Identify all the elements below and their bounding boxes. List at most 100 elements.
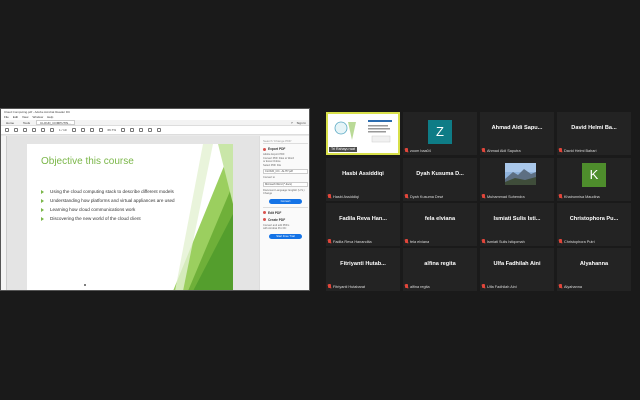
participant-label: Fadila Reva Hanandita — [333, 239, 372, 244]
convert-to-label: Convert to — [263, 176, 275, 179]
select-file-label: Select PDF File — [263, 163, 282, 167]
tab-document[interactable]: CLOUD_COMPUTIN... — [36, 120, 75, 125]
participant-label: Ahmad Aldi Saputra — [487, 148, 521, 153]
participant-label: Dyah Kusuma Dewi — [410, 194, 444, 199]
participant-label: zoom baa04 — [410, 148, 431, 153]
participant-tile[interactable]: K Khairunnisa Maudina — [557, 158, 631, 201]
participant-tile[interactable]: Z zoom baa04 — [403, 112, 477, 155]
participant-name: Christophora Pu... — [569, 216, 619, 222]
participant-label: Muhammad Suhendra — [487, 194, 525, 199]
participant-name: Ahmad Aldi Sapu... — [491, 125, 543, 131]
participant-name: alfina regita — [424, 261, 456, 267]
participant-tile[interactable]: fela elviana fela elviana — [403, 203, 477, 246]
share-icon[interactable] — [157, 128, 162, 132]
fit-page-icon[interactable] — [121, 128, 126, 132]
participant-tile[interactable]: Ulfa Fadhilah Aini Ulfa Fadhilah Aini — [480, 248, 554, 291]
mic-muted-icon — [559, 239, 562, 244]
document-area[interactable]: Objective this course Using the cloud co… — [1, 136, 259, 290]
participant-name: David Helmi Ba... — [571, 125, 617, 131]
participant-name: Ulfa Fadhilah Aini — [493, 261, 541, 267]
format-select[interactable]: Microsoft Word (*.docx) — [263, 181, 308, 187]
participant-name: Fitriyanti Hutab... — [340, 261, 386, 267]
sign-in-link[interactable]: Sign In — [297, 121, 306, 125]
mic-muted-icon — [482, 284, 485, 289]
page-indicator[interactable]: 1 / 10 — [59, 128, 67, 132]
mic-muted-icon — [405, 284, 408, 289]
avatar: Z — [428, 120, 452, 144]
edit-pdf-icon — [263, 211, 266, 214]
shared-screen[interactable]: Cloud Computing.pdf - Adobe Acrobat Read… — [0, 108, 310, 291]
pen-icon[interactable] — [139, 128, 144, 132]
panel-search[interactable]: Search 'Change PDF' — [263, 139, 308, 144]
participant-tile[interactable]: Fadila Reva Han... Fadila Reva Hanandita — [326, 203, 400, 246]
search-icon[interactable] — [32, 128, 36, 132]
comment-icon[interactable] — [130, 128, 135, 132]
mail-icon[interactable] — [23, 128, 27, 132]
zoom-in-icon[interactable] — [98, 128, 103, 132]
menu-edit[interactable]: Edit — [13, 115, 18, 120]
create-pdf-header[interactable]: Create PDF — [263, 218, 308, 222]
participant-tile[interactable]: David Helmi Ba... David Helmi Bahari — [557, 112, 631, 155]
zoom-out-icon[interactable] — [89, 128, 94, 132]
zoom-level[interactable]: 66.7% — [108, 128, 117, 132]
left-rail[interactable] — [1, 136, 7, 290]
participant-name: Dyah Kusuma D... — [416, 171, 464, 177]
participant-tile[interactable]: Dyah Kusuma D... Dyah Kusuma Dewi — [403, 158, 477, 201]
menu-file[interactable]: File — [4, 115, 9, 120]
select-tool-icon[interactable] — [71, 128, 76, 132]
toolbar: 1 / 10 66.7% — [1, 126, 309, 135]
bullet-item: Using the cloud computing stack to descr… — [41, 189, 181, 195]
participant-label: Alyahanna — [564, 284, 582, 289]
hand-tool-icon[interactable] — [80, 128, 85, 132]
export-pdf-header[interactable]: Export PDF — [263, 147, 308, 151]
participant-name: Fadila Reva Han... — [339, 216, 387, 222]
export-pdf-icon — [263, 147, 266, 151]
participant-tile[interactable]: alfina regita alfina regita — [403, 248, 477, 291]
participant-label: David Helmi Bahari — [564, 148, 597, 153]
mic-muted-icon — [405, 194, 408, 199]
slide-page: Objective this course Using the cloud co… — [27, 144, 233, 290]
tools-panel: Search 'Change PDF' Export PDF Adobe Exp… — [259, 136, 309, 290]
participant-label: Ulfa Fadhilah Aini — [487, 284, 517, 289]
tab-tools[interactable]: Tools — [20, 121, 33, 125]
participant-tile[interactable]: Christophora Pu... Christophora Putri — [557, 203, 631, 246]
mic-muted-icon — [328, 284, 331, 289]
participant-tile[interactable]: Muhammad Suhendra — [480, 158, 554, 201]
participant-label: Tri Rahayu wat — [329, 147, 358, 152]
participant-name: Ismiati Sulis Isti... — [493, 216, 541, 222]
convert-button[interactable]: Convert — [269, 198, 302, 204]
mic-muted-icon — [482, 194, 485, 199]
mic-muted-icon — [482, 148, 485, 153]
participant-tile[interactable]: Hasbi Assiddiqi Hasbi Assiddiqi — [326, 158, 400, 201]
participant-label: Khairunnisa Maudina — [564, 194, 600, 199]
help-icon[interactable]: ? — [291, 121, 293, 125]
participant-name: Hasbi Assiddiqi — [342, 171, 384, 177]
tab-home[interactable]: Home — [3, 121, 17, 125]
save-icon[interactable] — [5, 128, 9, 132]
cursor-dot — [84, 284, 86, 286]
file-name-field[interactable]: CLOUD_CO...ALITY.pdf — [263, 169, 308, 174]
mic-muted-icon — [328, 239, 331, 244]
free-trial-button[interactable]: Start Free Trial — [269, 233, 302, 239]
mic-muted-icon — [405, 148, 408, 153]
participant-tile[interactable]: Ismiati Sulis Isti... Ismiati Sulis Isti… — [480, 203, 554, 246]
mic-muted-icon — [482, 239, 485, 244]
sign-icon[interactable] — [148, 128, 153, 132]
edit-pdf-header[interactable]: Edit PDF — [263, 211, 308, 215]
print-icon[interactable] — [14, 128, 18, 132]
prev-page-icon[interactable] — [41, 128, 45, 132]
participant-tile[interactable]: Alyahanna Alyahanna — [557, 248, 631, 291]
language-line[interactable]: Document Language: English (U.S.) Change — [263, 189, 308, 196]
participant-label: Ismiati Sulis Istiqomah — [487, 239, 525, 244]
mic-muted-icon — [405, 239, 408, 244]
mic-muted-icon — [559, 284, 562, 289]
participant-tile[interactable]: Fitriyanti Hutab... Fitriyanti Hutabarat — [326, 248, 400, 291]
participant-tile[interactable]: Ahmad Aldi Sapu... Ahmad Aldi Saputra — [480, 112, 554, 155]
next-page-icon[interactable] — [50, 128, 54, 132]
participant-label: Fitriyanti Hutabarat — [333, 284, 366, 289]
participant-label: alfina regita — [410, 284, 430, 289]
menu-view[interactable]: View — [22, 115, 28, 120]
participant-tile-active[interactable]: Tri Rahayu wat — [326, 112, 400, 155]
participant-label: Christophora Putri — [564, 239, 595, 244]
participant-name: Alyahanna — [579, 261, 609, 267]
